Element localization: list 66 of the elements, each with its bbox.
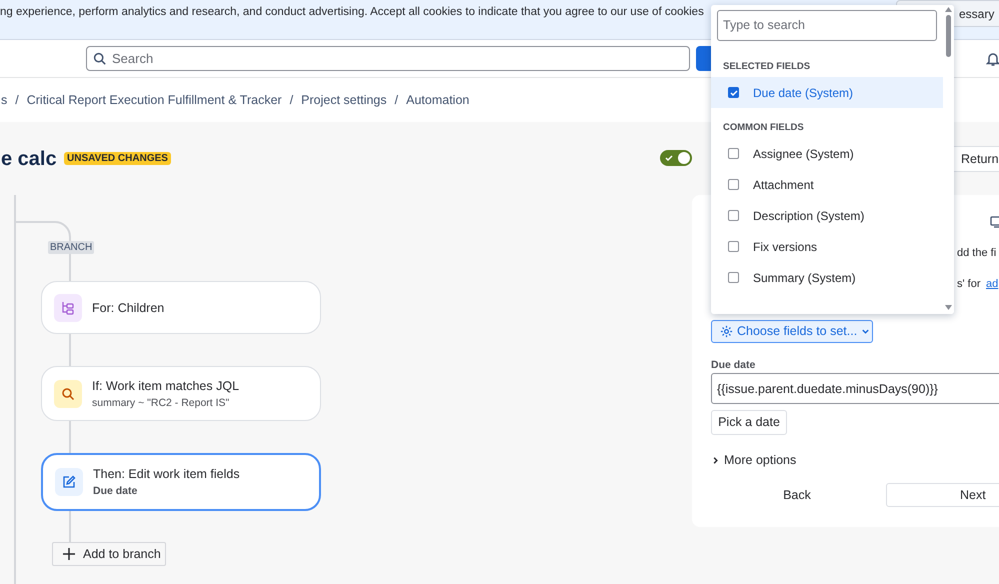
scroll-down-icon[interactable] [945, 305, 952, 310]
monitor-icon [990, 216, 999, 228]
hierarchy-icon [61, 300, 75, 314]
pick-date-button[interactable]: Pick a date [711, 410, 787, 435]
checkbox[interactable] [728, 179, 739, 190]
panel-text: s' for [957, 277, 980, 292]
component-title: Then: Edit work item fields [93, 466, 240, 482]
field-search-input[interactable]: Type to search [723, 16, 931, 35]
breadcrumb-separator: / [15, 92, 19, 109]
checkbox[interactable] [728, 272, 739, 283]
component-detail: Due date [93, 484, 138, 498]
field-option[interactable]: Description (System) [711, 200, 943, 231]
rule-component-card[interactable]: Then: Edit work item fields Due date [41, 453, 321, 511]
panel-text: dd the fi [957, 246, 996, 261]
breadcrumb-link[interactable]: s [1, 90, 8, 110]
field-option[interactable]: Attachment [711, 169, 943, 200]
due-date-field[interactable]: {{issue.parent.duedate.minusDays(90)}} [711, 373, 999, 404]
breadcrumb-separator: / [394, 92, 398, 109]
scroll-up-icon[interactable] [945, 7, 952, 12]
component-title: For: Children [92, 300, 164, 316]
group-heading: COMMON FIELDS [722, 121, 805, 135]
field-option[interactable]: Fix versions [711, 231, 943, 262]
plus-icon [63, 548, 75, 560]
breadcrumb-link[interactable]: Project settings [301, 90, 387, 110]
checkbox[interactable] [728, 210, 739, 221]
advanced-link[interactable]: ad [986, 276, 998, 292]
field-search-box[interactable]: Type to search [717, 10, 937, 41]
cookie-text: ng experience, perform analytics and research, and conduct advertising. Accept all cookies to indicate that you agree to our use of cookies [0, 5, 704, 20]
scrollbar[interactable] [943, 5, 954, 314]
flow-line [69, 334, 71, 366]
rule-component-card[interactable]: For: Children [41, 281, 321, 334]
next-button[interactable]: Next [886, 483, 999, 507]
chevron-down-icon [861, 327, 870, 336]
choose-fields-button[interactable]: Choose fields to set... [711, 320, 873, 343]
breadcrumb-link[interactable]: Critical Report Execution Fulfillment & Tracker [26, 90, 282, 110]
field-option[interactable]: Due date (System) [711, 77, 943, 108]
gear-icon [720, 325, 733, 338]
rule-toggle[interactable] [660, 150, 692, 166]
checkbox[interactable] [728, 241, 739, 252]
add-to-branch-button[interactable]: Add to branch [52, 542, 166, 566]
flow-line [69, 511, 71, 542]
branch-label: BRANCH [48, 241, 94, 254]
checkbox[interactable] [728, 87, 739, 98]
search-input[interactable]: Search [112, 48, 689, 68]
rule-component-card[interactable]: If: Work item matches JQL summary ~ "RC2 - Report IS" [41, 366, 321, 421]
more-options-toggle[interactable]: More options [711, 451, 796, 470]
component-detail: summary ~ "RC2 - Report IS" [92, 396, 230, 410]
field-option[interactable]: Assignee (System) [711, 138, 943, 169]
component-title: If: Work item matches JQL [92, 378, 240, 394]
checkbox[interactable] [728, 148, 739, 159]
flow-line [69, 421, 71, 453]
search-field[interactable]: Search [86, 46, 690, 71]
rule-title: e calc [1, 147, 57, 171]
search-icon [93, 52, 106, 65]
field-option[interactable]: Summary (System) [711, 262, 943, 293]
bell-icon[interactable] [986, 51, 999, 67]
chevron-icon [711, 456, 720, 465]
search-icon [61, 386, 75, 400]
breadcrumb-link[interactable]: Automation [406, 90, 470, 110]
edit-icon [62, 475, 76, 489]
status-badge: UNSAVED CHANGES [64, 152, 171, 165]
breadcrumb-separator: / [290, 92, 294, 109]
check-icon [665, 154, 673, 162]
group-heading: SELECTED FIELDS [722, 60, 812, 74]
back-button[interactable]: Back [770, 483, 824, 507]
field-label: Due date [711, 358, 756, 373]
